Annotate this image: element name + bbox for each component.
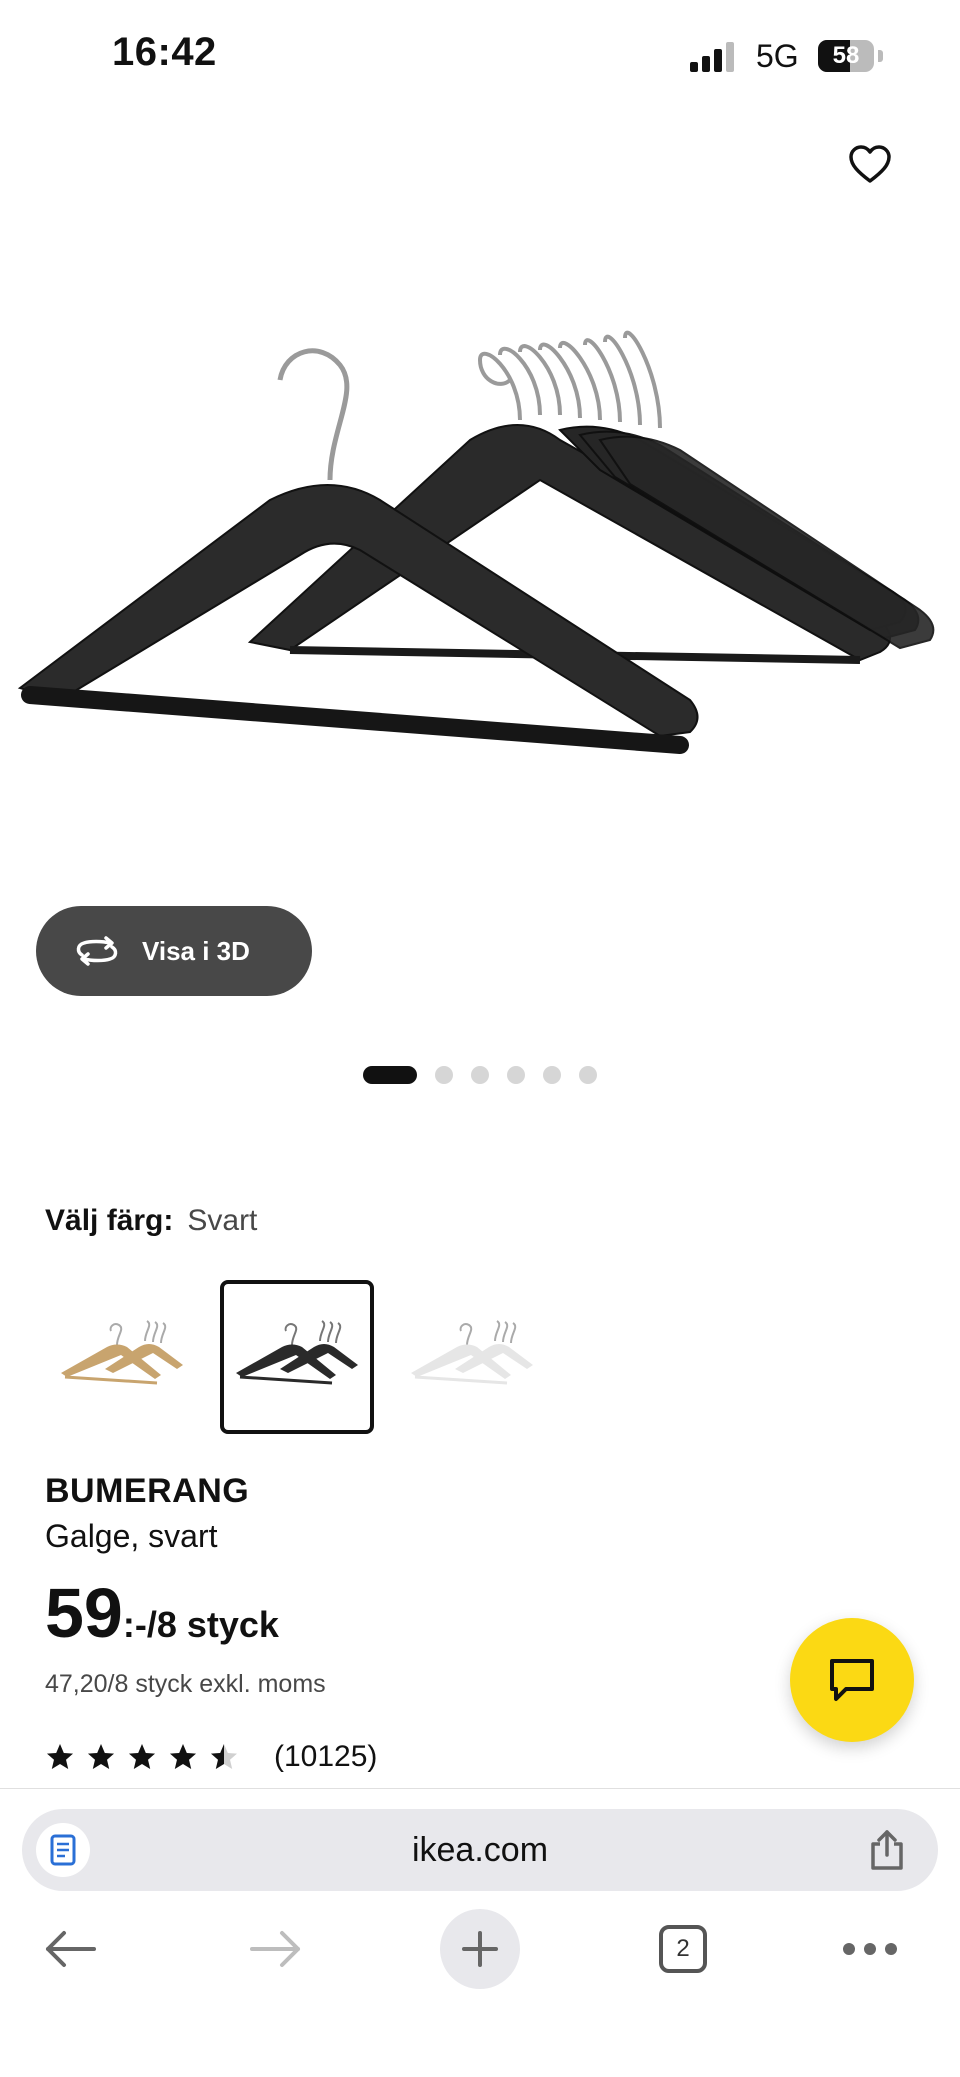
front-hook xyxy=(277,348,350,481)
swatch-hanger-image xyxy=(61,1320,183,1385)
battery-level: 58 xyxy=(832,42,860,69)
stack-bodies xyxy=(558,425,935,650)
browser-chrome: ikea.com 2 xyxy=(0,1788,960,2077)
carousel-dot[interactable] xyxy=(579,1066,597,1084)
tabs-icon: 2 xyxy=(659,1925,707,1973)
plus-icon xyxy=(462,1931,498,1967)
color-swatch-natur[interactable] xyxy=(45,1280,199,1434)
price-main: 59 xyxy=(45,1574,123,1652)
address-bar[interactable]: ikea.com xyxy=(22,1809,938,1891)
view-3d-label: Visa i 3D xyxy=(142,935,250,966)
battery-tip xyxy=(878,50,883,62)
color-label: Välj färg: xyxy=(45,1204,174,1237)
signal-icon xyxy=(690,42,734,72)
new-tab-button[interactable] xyxy=(440,1909,520,1989)
view-3d-button[interactable]: Visa i 3D xyxy=(36,906,312,996)
price-suffix: :-/8 styck xyxy=(122,1604,279,1645)
color-swatch-vit[interactable] xyxy=(395,1280,549,1434)
share-icon xyxy=(871,1830,903,1870)
carousel-dot[interactable] xyxy=(471,1066,489,1084)
carousel-dot-active[interactable] xyxy=(363,1066,417,1084)
more-button[interactable] xyxy=(830,1909,910,1989)
color-selector: Välj färg: Svart xyxy=(45,1204,257,1238)
reader-button[interactable] xyxy=(36,1823,90,1877)
carousel-dot[interactable] xyxy=(435,1066,453,1084)
status-bar: 16:42 5G 58 xyxy=(0,0,960,110)
price-excl-vat: 47,20/8 styck exkl. moms xyxy=(45,1670,326,1698)
url-text[interactable]: ikea.com xyxy=(22,1809,938,1891)
rating-count: (10125) xyxy=(274,1740,378,1773)
star-icon xyxy=(170,1744,196,1769)
stack-hooks xyxy=(477,330,662,429)
front-bar xyxy=(21,686,689,754)
carousel-dot[interactable] xyxy=(543,1066,561,1084)
color-swatch-svart[interactable] xyxy=(220,1280,374,1434)
rotate-3d-icon xyxy=(76,936,118,966)
forward-button[interactable] xyxy=(236,1909,316,1989)
network-label: 5G xyxy=(756,38,799,74)
arrow-left-icon xyxy=(46,1931,96,1967)
star-icon xyxy=(47,1744,73,1769)
star-icon xyxy=(88,1744,114,1769)
swatch-hanger-image xyxy=(236,1320,358,1385)
favorite-button[interactable] xyxy=(838,132,902,196)
more-icon xyxy=(843,1943,897,1955)
price: 59 :-/8 styck xyxy=(45,1578,279,1648)
product-image[interactable] xyxy=(0,270,960,830)
chat-button[interactable] xyxy=(790,1618,914,1742)
carousel-dot[interactable] xyxy=(507,1066,525,1084)
back-button[interactable] xyxy=(30,1909,110,1989)
color-value: Svart xyxy=(187,1204,258,1237)
reader-icon xyxy=(50,1834,76,1866)
tabs-button[interactable]: 2 xyxy=(643,1909,723,1989)
share-button[interactable] xyxy=(864,1827,910,1873)
star-icon xyxy=(129,1744,155,1769)
rating[interactable]: (10125) xyxy=(45,1740,377,1774)
star-icon xyxy=(211,1744,237,1769)
rating-stars xyxy=(45,1742,250,1772)
browser-toolbar: 2 xyxy=(0,1909,960,2029)
chat-bubble-icon xyxy=(830,1659,874,1701)
image-carousel-indicator[interactable] xyxy=(0,1066,960,1086)
arrow-right-icon xyxy=(250,1931,300,1967)
swatch-hanger-image xyxy=(411,1320,533,1385)
battery-icon: 58 xyxy=(818,40,874,72)
status-time: 16:42 xyxy=(112,30,217,74)
product-description: Galge, svart xyxy=(45,1518,218,1554)
product-name: BUMERANG xyxy=(45,1472,250,1510)
heart-outline-icon xyxy=(849,145,891,183)
